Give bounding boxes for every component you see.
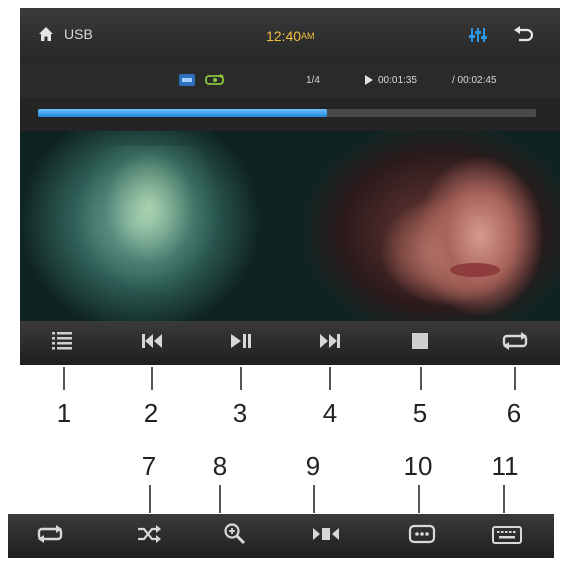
- repeat-mode-icon: [204, 73, 226, 92]
- aspect-ratio-icon: [311, 525, 341, 548]
- repeat-icon: [501, 331, 529, 355]
- keyboard-icon: [491, 523, 523, 550]
- callout-number-8: 8: [212, 451, 228, 481]
- home-icon[interactable]: [38, 26, 54, 46]
- player-screen: USB 12:40AM 1/4 00:01:35 / 00:02:45: [20, 8, 560, 365]
- clock: 12:40AM: [266, 27, 315, 45]
- next-button[interactable]: [310, 321, 350, 365]
- callout-number-5: 5: [412, 398, 428, 428]
- shuffle-button[interactable]: [129, 514, 169, 558]
- video-lips: [450, 263, 500, 277]
- callout-line-9: [313, 485, 315, 513]
- video-highlight: [80, 146, 220, 296]
- callout-number-6: 6: [506, 398, 522, 428]
- keyboard-button[interactable]: [487, 514, 527, 558]
- subtitle-badge-icon: [178, 73, 196, 92]
- zoom-icon: [223, 522, 247, 551]
- aspect-ratio-button[interactable]: [306, 514, 346, 558]
- video-face: [370, 141, 560, 321]
- stop-button[interactable]: [400, 321, 440, 365]
- progress-track[interactable]: [38, 109, 536, 117]
- callout-line-1: [63, 367, 65, 390]
- callout-number-9: 9: [305, 451, 321, 481]
- callout-line-7: [149, 485, 151, 513]
- repeat-button-secondary[interactable]: [30, 514, 70, 558]
- callout-line-3: [240, 367, 242, 390]
- callout-number-3: 3: [232, 398, 248, 428]
- clock-time: 12:40: [266, 28, 302, 44]
- callout-number-1: 1: [56, 398, 72, 428]
- callout-line-6: [514, 367, 516, 390]
- info-bar: 1/4 00:01:35 / 00:02:45: [20, 63, 560, 98]
- list-button[interactable]: [42, 321, 82, 365]
- callout-line-2: [151, 367, 153, 390]
- back-icon[interactable]: [513, 25, 534, 47]
- top-bar: USB 12:40AM: [20, 8, 560, 63]
- play-state-icon: [364, 74, 374, 91]
- progress-fill: [38, 109, 327, 117]
- callout-number-10: 10: [403, 451, 433, 481]
- video-frame[interactable]: [20, 131, 560, 321]
- repeat-icon: [36, 524, 64, 548]
- zoom-button[interactable]: [215, 514, 255, 558]
- callout-line-5: [420, 367, 422, 390]
- previous-button[interactable]: [132, 321, 172, 365]
- callout-number-4: 4: [322, 398, 338, 428]
- progress-row: [20, 98, 560, 133]
- extended-control-bar: [8, 514, 554, 558]
- callout-number-7: 7: [141, 451, 157, 481]
- callout-number-11: 11: [491, 451, 519, 481]
- track-counter: 1/4: [306, 75, 320, 86]
- next-icon: [318, 332, 342, 355]
- repeat-button[interactable]: [495, 321, 535, 365]
- elapsed-time: 00:01:35: [378, 75, 417, 86]
- callout-number-2: 2: [143, 398, 159, 428]
- equalizer-icon[interactable]: [468, 26, 490, 48]
- source-label: USB: [64, 26, 93, 42]
- shuffle-icon: [136, 524, 162, 548]
- list-icon: [50, 330, 74, 357]
- callout-line-4: [329, 367, 331, 390]
- clock-ampm: AM: [301, 31, 315, 41]
- subtitle-button[interactable]: [402, 514, 442, 558]
- callout-line-10: [418, 485, 420, 513]
- play-pause-button[interactable]: [221, 321, 261, 365]
- callout-line-8: [219, 485, 221, 513]
- stop-icon: [411, 332, 429, 355]
- previous-icon: [140, 332, 164, 355]
- callout-line-11: [503, 485, 505, 513]
- total-time: / 00:02:45: [452, 75, 497, 86]
- subtitle-icon: [408, 524, 436, 549]
- control-bar: [20, 321, 560, 365]
- play-pause-icon: [229, 332, 253, 355]
